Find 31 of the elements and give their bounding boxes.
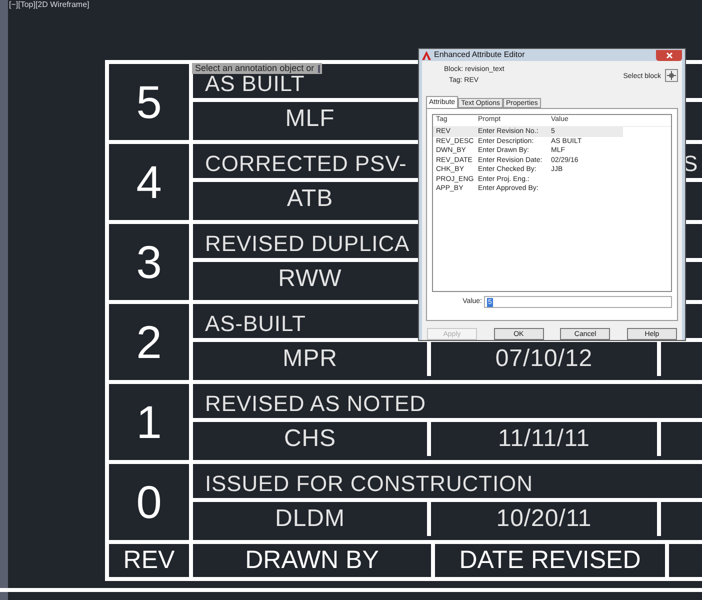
tooltip-text: Select an annotation object or — [195, 62, 314, 75]
drawn-by-text: ATB — [286, 187, 334, 211]
drawn-by-text: CHS — [284, 427, 336, 451]
revision-number: 2 — [136, 319, 162, 365]
viewport-label[interactable]: [−][Top][2D Wireframe] — [9, 0, 90, 10]
crosshair-icon — [667, 71, 676, 80]
revision-number: 5 — [136, 79, 162, 125]
revision-number: 1 — [136, 399, 162, 445]
revision-description: AS-BUILT — [205, 313, 306, 335]
close-button[interactable] — [656, 50, 682, 60]
window-title: Enhanced Attribute Editor — [434, 49, 525, 61]
revision-number: 4 — [136, 159, 162, 205]
column-header: DATE REVISED — [459, 548, 641, 573]
revision-date-text: 10/20/11 — [496, 507, 592, 531]
revision-date-text: 11/11/11 — [498, 427, 590, 451]
column-header: DRAWN BY — [245, 548, 379, 573]
select-block-button[interactable] — [665, 69, 678, 82]
drawn-by-text: MPR — [282, 347, 338, 371]
drawn-by-text: DLDM — [275, 507, 345, 531]
drawn-by-text: MLF — [285, 107, 335, 131]
drawn-by-text: RWW — [278, 267, 342, 291]
revision-description: REVISED DUPLICA — [205, 233, 410, 255]
revision-description: CORRECTED PSV- — [205, 153, 407, 175]
close-icon — [666, 52, 672, 58]
revision-number: 0 — [136, 479, 162, 525]
revision-number: 3 — [136, 239, 162, 285]
revision-description: ISSUED FOR CONSTRUCTION — [205, 473, 533, 495]
revision-description: REVISED AS NOTED — [205, 393, 426, 415]
revision-date-text: 07/10/12 — [495, 347, 593, 371]
revision-description: AS BUILT — [205, 73, 305, 95]
column-header: REV — [123, 548, 175, 573]
